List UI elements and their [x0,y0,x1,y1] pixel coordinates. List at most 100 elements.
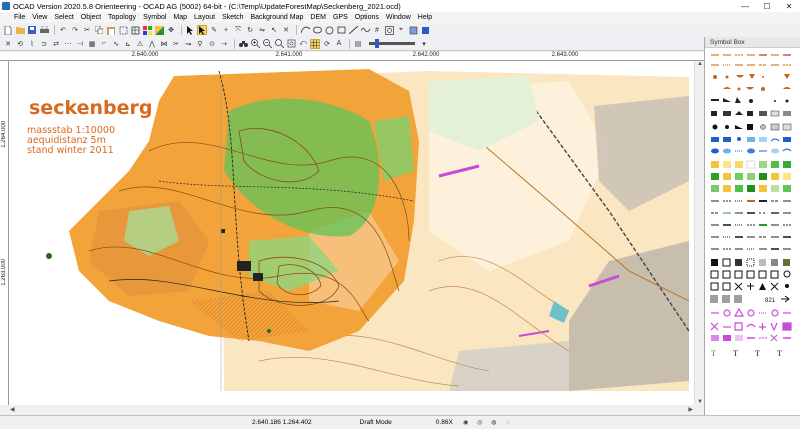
corner-icon[interactable]: ⌐ [99,39,109,49]
menu-gps[interactable]: GPS [333,14,348,21]
menu-topology[interactable]: Topology [108,14,136,21]
symbol-grid[interactable]: 821 T T T T [709,51,795,411]
fill-icon[interactable] [408,25,418,35]
symbol-vineyard [735,173,743,180]
view-normal-icon[interactable]: ◉ [461,418,471,428]
view-draft-icon[interactable]: ◎ [475,418,485,428]
redo-icon[interactable]: ↷ [70,25,80,35]
close-button[interactable]: ✕ [778,0,800,12]
curve-mode-icon[interactable] [300,25,310,35]
edit-object-icon[interactable] [185,25,195,35]
open-folder-icon[interactable] [15,25,25,35]
gradient-icon[interactable] [154,25,164,35]
maximize-button[interactable]: ☐ [756,0,778,12]
symbol-purple-hatch [723,335,731,341]
zoom-page-icon[interactable] [286,39,296,49]
cancel-icon[interactable]: ✕ [3,39,13,49]
map-canvas[interactable]: seckenberg massstab 1:10000 aequidistanz… [9,61,694,405]
graph-icon[interactable]: ⋀ [147,39,157,49]
zoom-out-icon[interactable] [262,39,272,49]
background-transparency-icon[interactable]: ▤ [353,39,363,49]
binoculars-icon[interactable] [238,39,248,49]
scroll-left-icon[interactable]: ◀ [10,406,15,413]
vertical-scrollbar[interactable]: ▲ ▼ [694,61,704,405]
freehand-mode-icon[interactable] [360,25,370,35]
menu-layout[interactable]: Layout [194,14,215,21]
straight-line-mode-icon[interactable] [348,25,358,35]
scissors-icon[interactable]: ✂ [171,39,181,49]
rectangle-mode-icon[interactable] [336,25,346,35]
menu-object[interactable]: Object [81,14,101,21]
reshape-icon[interactable]: ⌇ [27,39,37,49]
ellipse-mode-icon[interactable] [312,25,322,35]
pen-icon[interactable]: ✎ [209,25,219,35]
scroll-right-icon[interactable]: ▶ [688,406,693,413]
refresh-icon[interactable]: ⟳ [322,39,332,49]
measure-icon[interactable]: ⊾ [123,39,133,49]
font-icon[interactable]: A [334,39,344,49]
cross-tool-icon[interactable]: ✕ [281,25,291,35]
number-mode-icon[interactable]: # [372,25,382,35]
move-icon[interactable]: ⤧ [233,25,243,35]
add-point-icon[interactable]: + [221,25,231,35]
warning-icon[interactable]: ⚠ [135,39,145,49]
menu-file[interactable]: File [14,14,25,21]
undo-icon[interactable]: ↶ [58,25,68,35]
smooth-icon[interactable]: ∿ [111,39,121,49]
zoom-previous-icon[interactable]: ⤺ [298,39,308,49]
mirror-icon[interactable]: ⇋ [257,25,267,35]
rotate-object-icon[interactable]: ⟲ [15,39,25,49]
symbol-orchard-rows [771,173,779,180]
slider-thumb[interactable] [375,39,379,48]
scroll-up-icon[interactable]: ▲ [697,61,703,67]
cut-hole-icon[interactable] [384,25,394,35]
copy-icon[interactable] [94,25,104,35]
view-hatch-icon[interactable]: ◍ [489,418,499,428]
menu-background-map[interactable]: Background Map [250,14,303,21]
snap-icon[interactable]: ⌖ [396,25,406,35]
reverse-icon[interactable]: ⇄ [51,39,61,49]
transparency-slider[interactable] [369,39,415,48]
menu-window[interactable]: Window [386,14,411,21]
circle-mode-icon[interactable] [324,25,334,35]
select-region-icon[interactable] [118,25,128,35]
draft-mode-indicator[interactable]: Draft Mode [360,419,392,426]
split-icon[interactable]: ⊣ [75,39,85,49]
menu-dem[interactable]: DEM [310,14,326,21]
blue-mark-icon[interactable] [420,25,430,35]
arrow-tool-icon[interactable]: ↖ [269,25,279,35]
new-file-icon[interactable] [3,25,13,35]
rotate-icon[interactable]: ↻ [245,25,255,35]
color-palette-icon[interactable] [142,25,152,35]
menu-options[interactable]: Options [355,14,379,21]
grid-icon[interactable] [310,38,320,49]
edit-point-icon[interactable] [197,25,207,35]
dropdown-icon[interactable]: ▾ [419,39,429,49]
zoom-fit-icon[interactable] [130,25,140,35]
horizontal-scrollbar[interactable]: ◀ ▶ [9,405,694,415]
menu-view[interactable]: View [32,14,47,21]
menu-sketch[interactable]: Sketch [222,14,243,21]
save-icon[interactable] [27,25,37,35]
paste-icon[interactable] [106,25,116,35]
view-spot-icon[interactable]: ◌ [503,418,513,428]
merge-icon[interactable]: ⋈ [159,39,169,49]
fill-object-icon[interactable]: ▦ [87,39,97,49]
node-icon[interactable]: ⊙ [207,39,217,49]
minimize-button[interactable]: — [734,0,756,12]
menu-help[interactable]: Help [418,14,432,21]
print-icon[interactable] [39,25,49,35]
menu-symbol[interactable]: Symbol [143,14,166,21]
trace-icon[interactable]: ⇢ [219,39,229,49]
menu-select[interactable]: Select [54,14,73,21]
pan-icon[interactable]: ✥ [166,25,176,35]
zoom-in-icon[interactable] [250,39,260,49]
join-icon[interactable]: ⊃ [39,39,49,49]
cut-icon[interactable]: ✂ [82,25,92,35]
person-icon[interactable]: ⚲ [195,39,205,49]
dash-icon[interactable]: ⋯ [63,39,73,49]
zoom-window-icon[interactable] [274,39,284,49]
menu-map[interactable]: Map [173,14,187,21]
curved-arrow-icon[interactable]: ↝ [183,39,193,49]
scroll-down-icon[interactable]: ▼ [697,399,703,405]
